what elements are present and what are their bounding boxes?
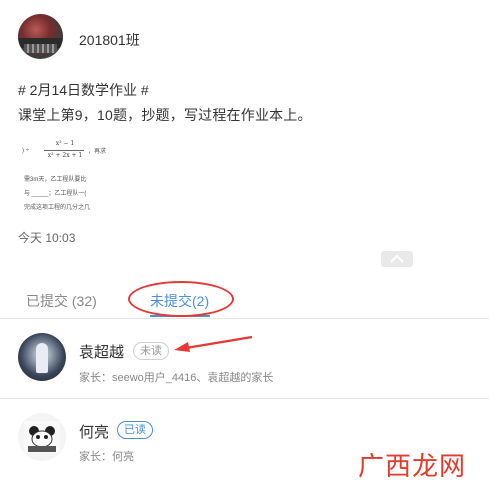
panda-icon xyxy=(24,421,60,453)
parent-info: 家长：何亮 xyxy=(79,451,134,463)
list-divider xyxy=(0,398,489,399)
student-name[interactable]: 何亮 xyxy=(79,421,109,442)
chevron-up-icon xyxy=(390,255,404,263)
attachment-text-5: 与 _____；乙工程队一( xyxy=(24,191,87,197)
post-time: 今天 10:03 xyxy=(18,231,76,245)
watermark: 广西龙网 xyxy=(358,452,467,482)
status-badge: 已读 xyxy=(117,421,153,439)
tabs-divider xyxy=(0,318,489,319)
attachment-text-6: 完成这项工程的几分之几 xyxy=(24,205,91,211)
annotation-circle xyxy=(128,281,234,317)
class-avatar[interactable] xyxy=(18,14,63,59)
student-name[interactable]: 袁超越 xyxy=(79,341,124,362)
collapse-button[interactable] xyxy=(381,251,413,267)
avatar[interactable] xyxy=(18,333,66,381)
annotation-arrow-icon xyxy=(174,335,253,352)
status-badge: 未读 xyxy=(133,342,169,360)
post-body: 课堂上第9，10题，抄题，写过程在作业本上。 xyxy=(18,107,312,123)
post-title: # 2月14日数学作业 # xyxy=(18,82,149,98)
parent-info: 家长：seewo用户_4416、袁超越的家长 xyxy=(79,372,274,384)
tab-submitted[interactable]: 已提交 (32) xyxy=(26,291,97,311)
avatar[interactable] xyxy=(18,413,66,461)
attachment-text-3: ，再求 xyxy=(88,149,106,155)
attachment-image[interactable]: ) ÷ x² − 1 x² + 2x + 1 ，再求 需3m天，乙工程队要比 与… xyxy=(22,138,106,220)
class-name[interactable]: 201801班 xyxy=(79,30,140,50)
attachment-text-4: 需3m天，乙工程队要比 xyxy=(24,177,87,183)
